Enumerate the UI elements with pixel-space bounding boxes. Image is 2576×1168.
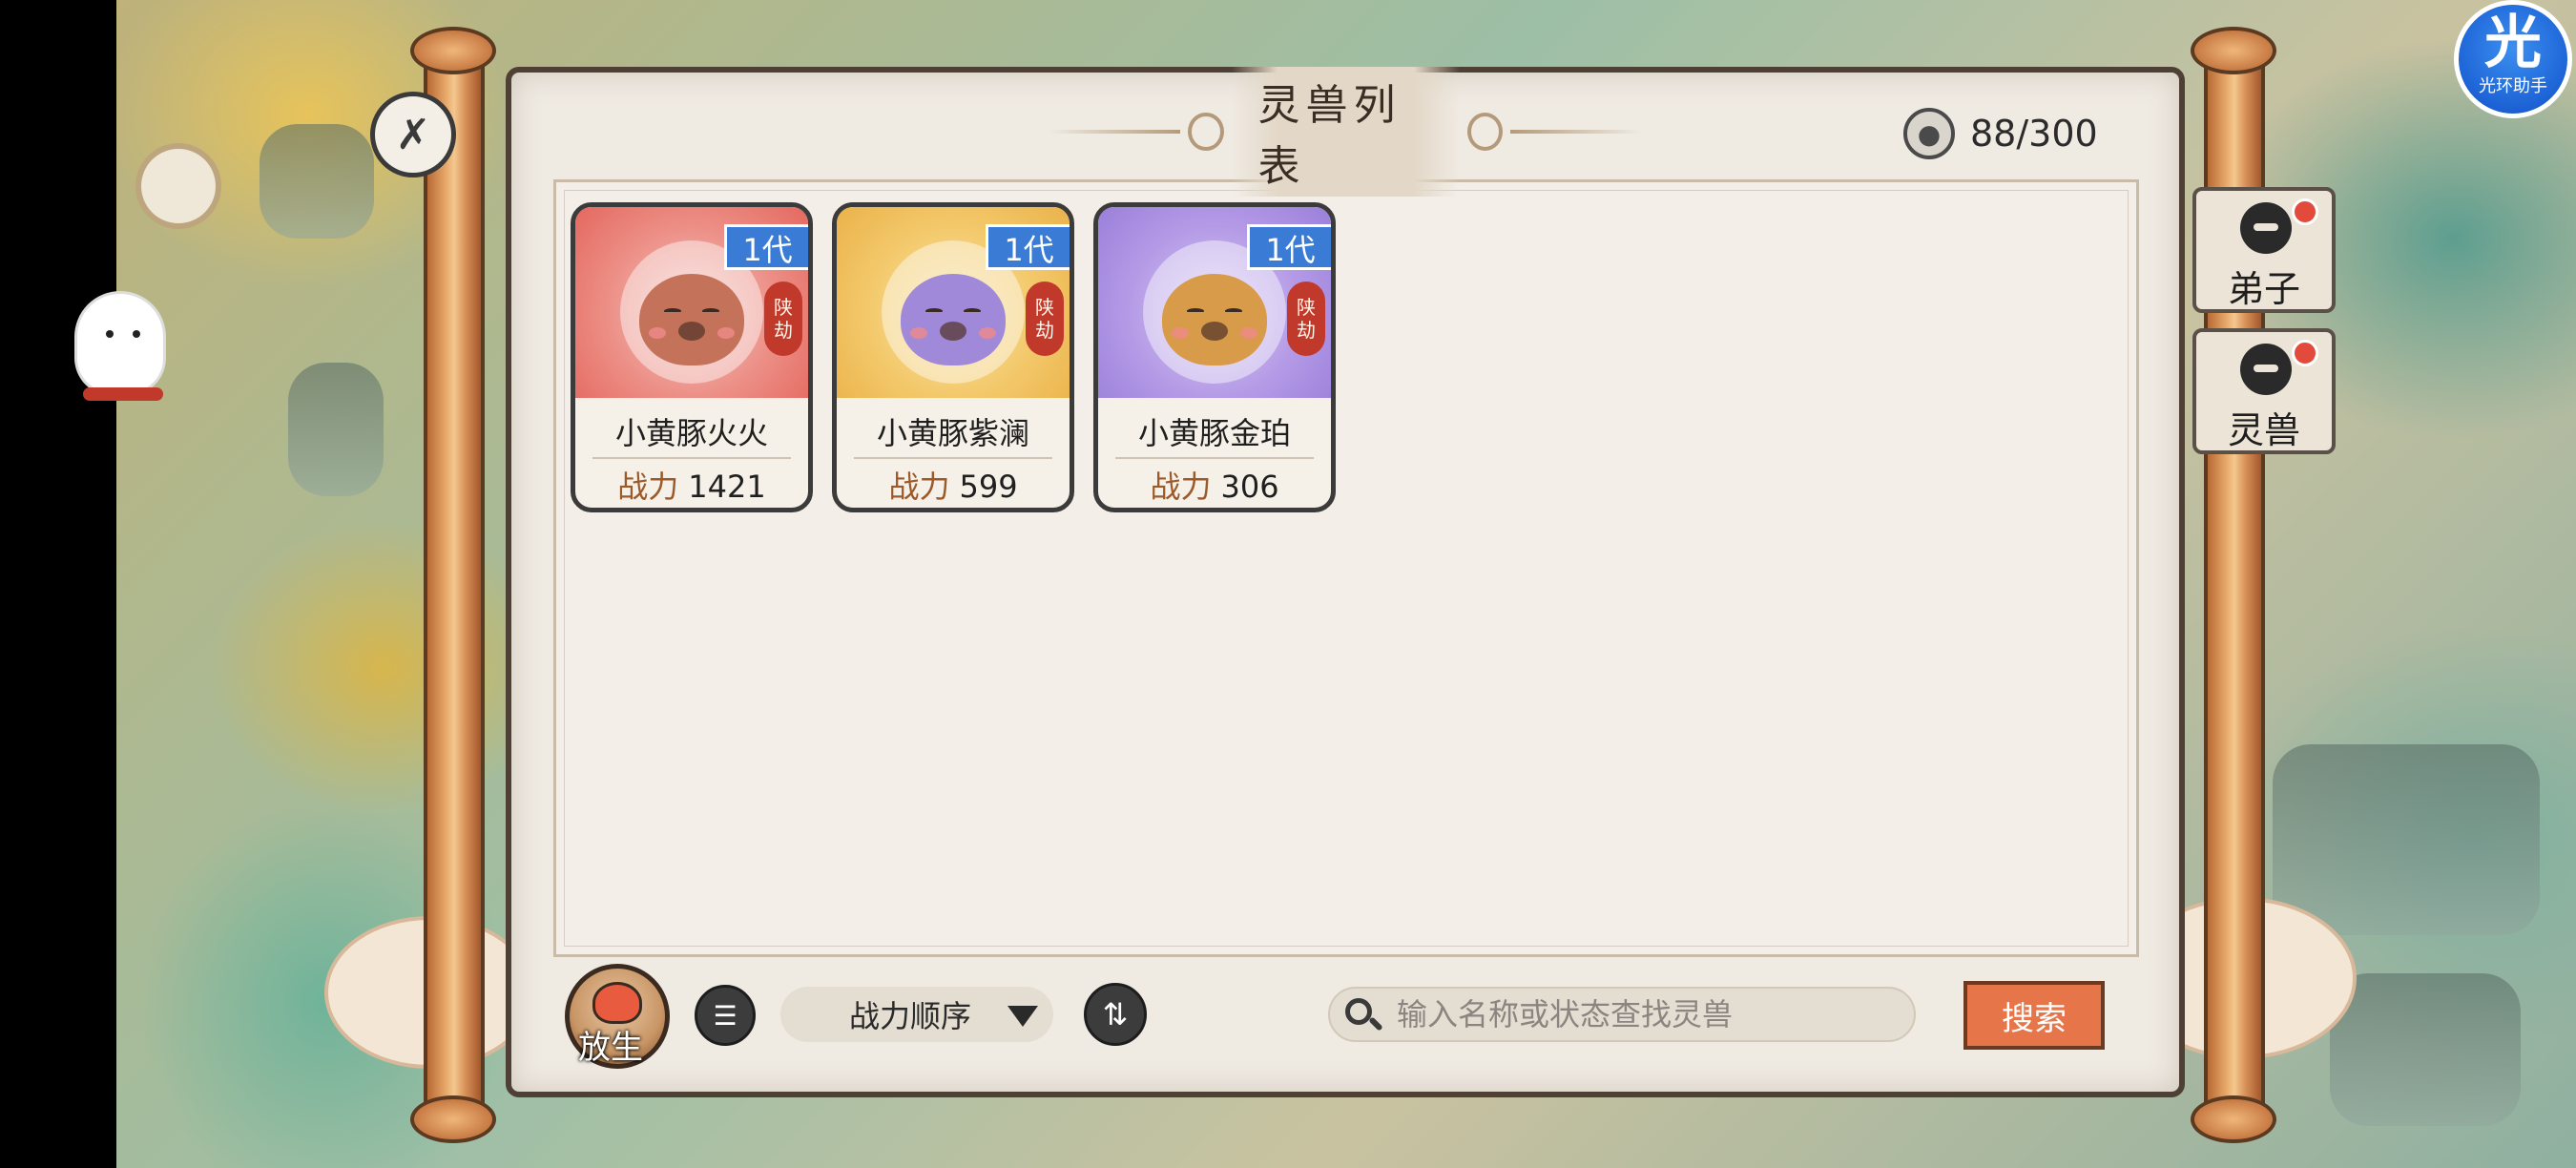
scroll-cap — [2191, 27, 2276, 74]
capybara-icon — [1162, 274, 1267, 365]
bg-building — [288, 363, 384, 496]
beast-face-icon — [2240, 344, 2292, 395]
tab-spirit-beasts[interactable]: 灵兽 — [2192, 328, 2336, 454]
search-icon — [1343, 996, 1383, 1034]
disciple-face-icon — [2240, 202, 2292, 254]
swirl-ornament-icon — [1466, 113, 1503, 151]
list-filter-icon: ☰ — [713, 999, 737, 1032]
capybara-icon — [639, 274, 744, 365]
scroll-cap — [2191, 1095, 2276, 1143]
release-icon — [592, 982, 642, 1024]
beast-power: 战力 1421 — [617, 469, 766, 505]
capybara-icon — [901, 274, 1006, 365]
scroll-cap — [410, 27, 496, 74]
sort-selected-value: 战力顺序 — [849, 998, 972, 1034]
search-input[interactable] — [1397, 989, 1902, 1040]
beast-power: 战力 306 — [1150, 469, 1279, 505]
capacity-counter: ● 88/300 — [1903, 107, 2098, 160]
sort-dropdown[interactable]: 战力顺序 — [780, 987, 1053, 1042]
beast-power: 战力 599 — [888, 469, 1018, 505]
swap-arrows-icon: ⇅ — [1102, 996, 1129, 1032]
search-button[interactable]: 搜索 — [1963, 981, 2105, 1050]
scroll-cap — [410, 1095, 496, 1143]
capacity-text: 88/300 — [1970, 113, 2098, 155]
crossed-tools-icon: ✗ — [395, 110, 431, 159]
beast-card[interactable]: 1代 陕劫 小黄豚金珀 战力 306 — [1093, 202, 1336, 512]
search-field[interactable] — [1328, 987, 1916, 1042]
caret-down-icon — [1008, 1006, 1038, 1027]
status-seal: 陕劫 — [1287, 282, 1325, 356]
release-label: 放生 — [578, 1029, 643, 1067]
left-black-bar — [0, 0, 116, 1168]
helper-logo-glyph: 光 — [2484, 10, 2542, 76]
generation-badge: 1代 — [986, 224, 1070, 270]
beast-name: 小黄豚金珀 — [1137, 415, 1291, 451]
tab-label: 弟子 — [2227, 268, 2300, 310]
cat-mascot-icon[interactable] — [74, 291, 166, 401]
beast-card[interactable]: 1代 陕劫 小黄豚火火 战力 1421 — [571, 202, 813, 512]
sort-order-toggle[interactable]: ⇅ — [1084, 983, 1147, 1046]
tab-disciples[interactable]: 弟子 — [2192, 187, 2336, 313]
scroll-rod-left — [424, 38, 485, 1136]
swirl-ornament-icon — [1188, 113, 1224, 151]
bg-building — [260, 124, 374, 239]
person-icon: ● — [1903, 108, 1955, 159]
tool-close-button[interactable]: ✗ — [370, 92, 456, 177]
notification-dot — [2292, 340, 2318, 366]
filter-list-button[interactable]: ☰ — [695, 985, 756, 1046]
helper-app-button[interactable]: 光 光环助手 — [2454, 0, 2572, 118]
map-location-marker[interactable] — [135, 143, 221, 229]
generation-badge: 1代 — [1247, 224, 1331, 270]
generation-badge: 1代 — [724, 224, 808, 270]
status-seal: 陕劫 — [1026, 282, 1064, 356]
panel-title-bar: 灵兽列表 — [1049, 67, 1642, 197]
helper-label: 光环助手 — [2479, 76, 2547, 96]
bg-building — [2273, 744, 2540, 935]
notification-dot — [2292, 198, 2318, 225]
beast-card[interactable]: 1代 陕劫 小黄豚紫澜 战力 599 — [832, 202, 1074, 512]
bg-building — [2330, 973, 2521, 1126]
beast-name: 小黄豚紫澜 — [876, 415, 1029, 451]
page-title: 灵兽列表 — [1231, 67, 1460, 197]
tab-label: 灵兽 — [2227, 409, 2300, 451]
status-seal: 陕劫 — [764, 282, 802, 356]
beast-name: 小黄豚火火 — [614, 415, 768, 451]
